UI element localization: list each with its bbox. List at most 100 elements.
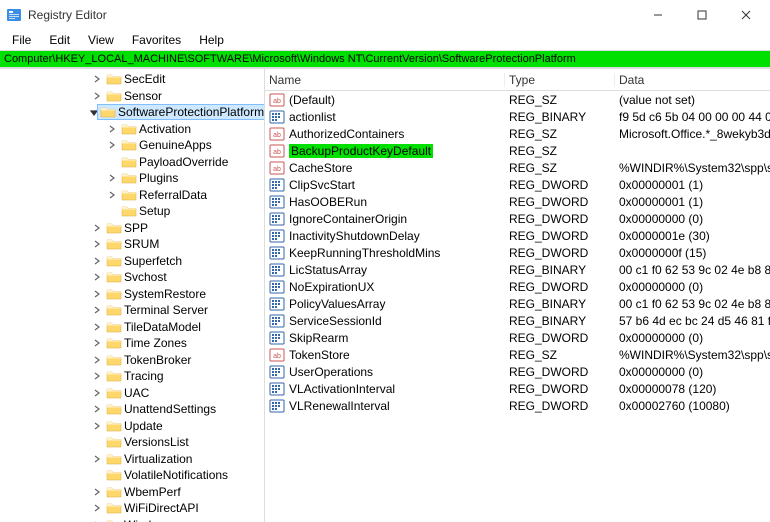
chevron-icon[interactable] <box>90 339 104 347</box>
value-row[interactable]: VLRenewalIntervalREG_DWORD0x00002760 (10… <box>265 397 770 414</box>
header-name[interactable]: Name <box>265 73 505 87</box>
value-row[interactable]: PolicyValuesArrayREG_BINARY00 c1 f0 62 5… <box>265 295 770 312</box>
tree-node[interactable]: Time Zones <box>0 335 264 352</box>
value-row[interactable]: abBackupProductKeyDefaultREG_SZ <box>265 142 770 159</box>
value-row[interactable]: ClipSvcStartREG_DWORD0x00000001 (1) <box>265 176 770 193</box>
tree-node[interactable]: GenuineApps <box>0 137 264 154</box>
tree-node[interactable]: Terminal Server <box>0 302 264 319</box>
tree-node[interactable]: SPP <box>0 220 264 237</box>
chevron-icon[interactable] <box>90 372 104 380</box>
value-data: 0x00002760 (10080) <box>615 399 770 413</box>
menu-help[interactable]: Help <box>191 31 232 49</box>
address-bar[interactable]: Computer\HKEY_LOCAL_MACHINE\SOFTWARE\Mic… <box>0 50 770 68</box>
tree-node[interactable]: Svchost <box>0 269 264 286</box>
chevron-icon[interactable] <box>90 422 104 430</box>
tree-node[interactable]: SoftwareProtectionPlatform <box>0 104 264 121</box>
string-value-icon: ab <box>269 144 285 158</box>
chevron-icon[interactable] <box>90 389 104 397</box>
chevron-icon[interactable] <box>90 488 104 496</box>
maximize-button[interactable] <box>680 0 724 30</box>
tree-node[interactable]: Sensor <box>0 88 264 105</box>
close-button[interactable] <box>724 0 768 30</box>
value-row[interactable]: VLActivationIntervalREG_DWORD0x00000078 … <box>265 380 770 397</box>
value-row[interactable]: ab(Default)REG_SZ(value not set) <box>265 91 770 108</box>
chevron-icon[interactable] <box>105 191 119 199</box>
minimize-button[interactable] <box>636 0 680 30</box>
value-row[interactable]: UserOperationsREG_DWORD0x00000000 (0) <box>265 363 770 380</box>
value-row[interactable]: NoExpirationUXREG_DWORD0x00000000 (0) <box>265 278 770 295</box>
chevron-icon[interactable] <box>90 306 104 314</box>
tree-node[interactable]: TileDataModel <box>0 319 264 336</box>
chevron-icon[interactable] <box>90 257 104 265</box>
value-row[interactable]: InactivityShutdownDelayREG_DWORD0x000000… <box>265 227 770 244</box>
header-data[interactable]: Data <box>615 73 770 87</box>
value-type: REG_DWORD <box>505 331 615 345</box>
tree-node[interactable]: TokenBroker <box>0 352 264 369</box>
value-row[interactable]: KeepRunningThresholdMinsREG_DWORD0x00000… <box>265 244 770 261</box>
tree-node[interactable]: Virtualization <box>0 451 264 468</box>
tree-node[interactable]: Plugins <box>0 170 264 187</box>
chevron-icon[interactable] <box>105 125 119 133</box>
chevron-icon[interactable] <box>90 290 104 298</box>
value-row[interactable]: LicStatusArrayREG_BINARY00 c1 f0 62 53 9… <box>265 261 770 278</box>
tree-label: SPP <box>124 221 148 235</box>
tree-node[interactable]: Tracing <box>0 368 264 385</box>
value-name: UserOperations <box>289 365 373 379</box>
chevron-icon[interactable] <box>90 75 104 83</box>
menu-view[interactable]: View <box>80 31 122 49</box>
folder-icon <box>106 369 122 383</box>
menu-edit[interactable]: Edit <box>41 31 78 49</box>
value-row[interactable]: IgnoreContainerOriginREG_DWORD0x00000000… <box>265 210 770 227</box>
value-name: InactivityShutdownDelay <box>289 229 420 243</box>
tree-node[interactable]: Setup <box>0 203 264 220</box>
chevron-icon[interactable] <box>90 240 104 248</box>
values-panel[interactable]: Name Type Data ab(Default)REG_SZ(value n… <box>265 69 770 522</box>
value-row[interactable]: abAuthorizedContainersREG_SZMicrosoft.Of… <box>265 125 770 142</box>
tree-node[interactable]: Windows <box>0 517 264 522</box>
chevron-icon[interactable] <box>90 224 104 232</box>
tree-node[interactable]: SRUM <box>0 236 264 253</box>
value-row[interactable]: actionlistREG_BINARYf9 5d c6 5b 04 00 00… <box>265 108 770 125</box>
chevron-icon[interactable] <box>105 141 119 149</box>
tree-node[interactable]: UnattendSettings <box>0 401 264 418</box>
chevron-icon[interactable] <box>90 504 104 512</box>
tree-panel[interactable]: SecEditSensorSoftwareProtectionPlatformA… <box>0 69 265 522</box>
chevron-icon[interactable] <box>90 455 104 463</box>
value-row[interactable]: HasOOBERunREG_DWORD0x00000001 (1) <box>265 193 770 210</box>
value-name: ClipSvcStart <box>289 178 355 192</box>
value-type: REG_SZ <box>505 144 615 158</box>
tree-node[interactable]: Superfetch <box>0 253 264 270</box>
folder-icon <box>106 303 122 317</box>
folder-icon <box>106 221 122 235</box>
header-type[interactable]: Type <box>505 73 615 87</box>
value-row[interactable]: abTokenStoreREG_SZ%WINDIR%\System32\spp\… <box>265 346 770 363</box>
tree-node[interactable]: UAC <box>0 385 264 402</box>
tree-node[interactable]: SecEdit <box>0 71 264 88</box>
chevron-icon[interactable] <box>90 356 104 364</box>
chevron-icon[interactable] <box>90 323 104 331</box>
value-row[interactable]: abCacheStoreREG_SZ%WINDIR%\System32\spp\… <box>265 159 770 176</box>
chevron-icon[interactable] <box>90 273 104 281</box>
tree-node[interactable]: VersionsList <box>0 434 264 451</box>
menu-file[interactable]: File <box>4 31 39 49</box>
value-row[interactable]: SkipRearmREG_DWORD0x00000000 (0) <box>265 329 770 346</box>
tree-node[interactable]: WbemPerf <box>0 484 264 501</box>
tree-node[interactable]: VolatileNotifications <box>0 467 264 484</box>
folder-icon <box>106 518 122 522</box>
chevron-icon[interactable] <box>105 174 119 182</box>
folder-icon <box>121 138 137 152</box>
chevron-icon[interactable] <box>90 405 104 413</box>
tree-node[interactable]: ReferralData <box>0 187 264 204</box>
tree-node[interactable]: PayloadOverride <box>0 154 264 171</box>
value-data: 0x00000000 (0) <box>615 280 770 294</box>
chevron-icon[interactable] <box>90 92 104 100</box>
tree-node[interactable]: Activation <box>0 121 264 138</box>
svg-text:ab: ab <box>273 98 281 105</box>
value-row[interactable]: ServiceSessionIdREG_BINARY57 b6 4d ec bc… <box>265 312 770 329</box>
tree-node[interactable]: WiFiDirectAPI <box>0 500 264 517</box>
value-type: REG_BINARY <box>505 314 615 328</box>
chevron-icon[interactable] <box>90 108 98 116</box>
tree-node[interactable]: Update <box>0 418 264 435</box>
menu-favorites[interactable]: Favorites <box>124 31 189 49</box>
tree-node[interactable]: SystemRestore <box>0 286 264 303</box>
